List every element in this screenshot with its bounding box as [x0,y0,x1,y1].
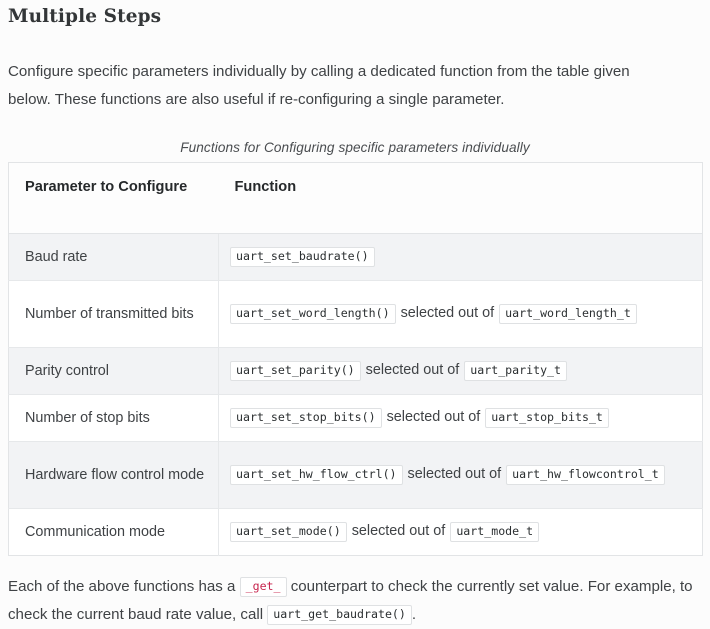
table-caption: Functions for Configuring specific param… [180,140,530,155]
code-chip-function: uart_set_stop_bits() [230,408,382,428]
table-row: Number of stop bits uart_set_stop_bits()… [8,394,703,442]
connector-label: selected out of [407,466,502,483]
cell-parameter: Baud rate [8,233,219,281]
code-chip-uart-get-baudrate: uart_get_baudrate() [267,605,412,625]
code-chip-enum-type: uart_stop_bits_t [485,408,609,428]
code-chip-enum-type: uart_hw_flowcontrol_t [506,465,665,485]
documentation-page: Multiple Steps Configure specific parame… [0,0,710,625]
code-chip-function: uart_set_word_length() [230,304,396,324]
code-chip-enum-type: uart_word_length_t [499,304,637,324]
table-header-row: Parameter to Configure Function [8,162,703,234]
page-title: Multiple Steps [8,6,162,27]
intro-paragraph: Configure specific parameters individual… [8,63,630,108]
connector-label: selected out of [400,305,495,322]
column-header-parameter: Parameter to Configure [8,162,219,234]
cell-parameter: Number of stop bits [8,394,219,442]
cell-parameter: Parity control [8,347,219,395]
table-header: Parameter to Configure Function [8,162,703,234]
table-row: Communication mode uart_set_mode() select… [8,508,703,556]
code-chip-function: uart_set_hw_flow_ctrl() [230,465,403,485]
cell-function: uart_set_mode() selected out of uart_mode_… [219,509,703,556]
code-chip-function: uart_set_parity() [230,361,361,381]
footer-note: Each of the above functions has a _get_ … [8,573,702,629]
code-chip-get-suffix: _get_ [239,577,287,597]
parameter-function-table: Parameter to Configure Function Baud rat… [8,162,703,556]
table-row: Number of transmitted bits uart_set_word… [8,280,703,348]
code-chip-enum-type: uart_mode_t [450,522,540,542]
connector-label: selected out of [365,362,460,379]
connector-label: selected out of [351,523,446,540]
footer-note-part3: . [411,606,417,623]
code-chip-enum-type: uart_parity_t [464,361,568,381]
connector-label: selected out of [386,409,481,426]
table-row: Parity control uart_set_parity() selected… [8,347,703,395]
code-chip-function: uart_set_mode() [230,522,347,542]
cell-parameter: Communication mode [8,508,219,556]
cell-function: uart_set_baudrate() [218,233,703,281]
cell-function: uart_set_word_length() selected out of uar… [218,280,703,348]
table-row: Hardware flow control mode uart_set_hw_f… [8,441,703,509]
cell-function: uart_set_hw_flow_ctrl() selected out of ua… [218,441,703,509]
code-chip-function: uart_set_baudrate() [230,246,375,267]
cell-parameter: Number of transmitted bits [8,280,219,348]
column-header-function: Function [218,162,703,234]
table-body: Baud rate uart_set_baudrate() Number of … [8,233,703,556]
cell-function: uart_set_stop_bits() selected out of uart_… [218,394,703,442]
cell-function: uart_set_parity() selected out of uart_par… [218,347,703,395]
cell-parameter: Hardware flow control mode [8,441,219,509]
table-row: Baud rate uart_set_baudrate() [8,233,703,281]
footer-note-part1: Each of the above functions has a [8,578,236,595]
